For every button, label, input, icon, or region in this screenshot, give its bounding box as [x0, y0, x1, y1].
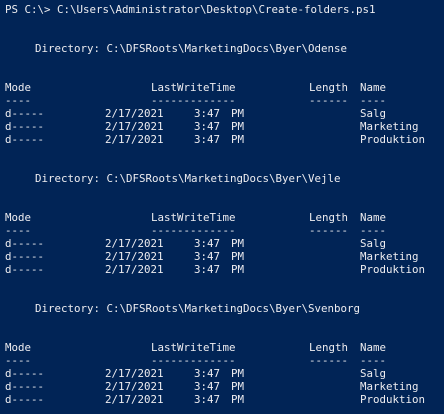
row-ampm: PM	[231, 263, 245, 276]
row-mode: d-----	[5, 107, 45, 120]
row-mode: d-----	[5, 250, 45, 263]
row-mode: d-----	[5, 263, 45, 276]
row-time: 3:47	[194, 263, 221, 276]
row-name: Salg	[360, 367, 387, 380]
row-ampm: PM	[231, 120, 245, 133]
row-mode: d-----	[5, 393, 45, 406]
row-mode: d-----	[5, 380, 45, 393]
header-separator-last-write-time: -------------	[151, 354, 236, 367]
row-name: Produktion	[360, 133, 426, 146]
row-mode: d-----	[5, 367, 45, 380]
row-time: 3:47	[194, 380, 221, 393]
row-name: Produktion	[360, 263, 426, 276]
directory-label: Directory: C:\DFSRoots\MarketingDocs\Bye…	[35, 42, 348, 55]
column-header-last-write-time: LastWriteTime	[151, 211, 236, 224]
row-mode: d-----	[5, 133, 45, 146]
directory-label: Directory: C:\DFSRoots\MarketingDocs\Bye…	[35, 172, 341, 185]
header-separator-mode: ----	[5, 354, 32, 367]
row-name: Marketing	[360, 120, 419, 133]
row-date: 2/17/2021	[105, 107, 164, 120]
column-header-mode: Mode	[5, 341, 32, 354]
row-ampm: PM	[231, 380, 245, 393]
row-time: 3:47	[194, 237, 221, 250]
row-date: 2/17/2021	[105, 120, 164, 133]
column-header-length: Length	[309, 211, 349, 224]
header-separator-length: ------	[309, 224, 349, 237]
command-prompt-line: PS C:\> C:\Users\Administrator\Desktop\C…	[5, 3, 376, 16]
row-mode: d-----	[5, 120, 45, 133]
row-date: 2/17/2021	[105, 263, 164, 276]
row-date: 2/17/2021	[105, 380, 164, 393]
header-separator-name: ----	[360, 94, 387, 107]
row-ampm: PM	[231, 237, 245, 250]
column-header-mode: Mode	[5, 211, 32, 224]
row-date: 2/17/2021	[105, 250, 164, 263]
column-header-last-write-time: LastWriteTime	[151, 341, 236, 354]
column-header-mode: Mode	[5, 81, 32, 94]
header-separator-last-write-time: -------------	[151, 224, 236, 237]
row-time: 3:47	[194, 367, 221, 380]
row-time: 3:47	[194, 250, 221, 263]
header-separator-last-write-time: -------------	[151, 94, 236, 107]
directory-label: Directory: C:\DFSRoots\MarketingDocs\Bye…	[35, 302, 361, 315]
row-date: 2/17/2021	[105, 237, 164, 250]
row-mode: d-----	[5, 237, 45, 250]
column-header-name: Name	[360, 211, 387, 224]
row-date: 2/17/2021	[105, 133, 164, 146]
column-header-length: Length	[309, 341, 349, 354]
header-separator-length: ------	[309, 354, 349, 367]
row-time: 3:47	[194, 107, 221, 120]
powershell-console[interactable]: PS C:\> C:\Users\Administrator\Desktop\C…	[0, 0, 444, 414]
row-name: Produktion	[360, 393, 426, 406]
row-ampm: PM	[231, 393, 245, 406]
row-date: 2/17/2021	[105, 393, 164, 406]
header-separator-name: ----	[360, 224, 387, 237]
row-time: 3:47	[194, 120, 221, 133]
row-ampm: PM	[231, 133, 245, 146]
row-ampm: PM	[231, 250, 245, 263]
column-header-name: Name	[360, 341, 387, 354]
row-name: Salg	[360, 237, 387, 250]
column-header-last-write-time: LastWriteTime	[151, 81, 236, 94]
header-separator-length: ------	[309, 94, 349, 107]
column-header-name: Name	[360, 81, 387, 94]
row-date: 2/17/2021	[105, 367, 164, 380]
row-name: Marketing	[360, 380, 419, 393]
row-time: 3:47	[194, 393, 221, 406]
header-separator-mode: ----	[5, 94, 32, 107]
header-separator-name: ----	[360, 354, 387, 367]
column-header-length: Length	[309, 81, 349, 94]
row-time: 3:47	[194, 133, 221, 146]
row-name: Marketing	[360, 250, 419, 263]
header-separator-mode: ----	[5, 224, 32, 237]
row-name: Salg	[360, 107, 387, 120]
row-ampm: PM	[231, 107, 245, 120]
row-ampm: PM	[231, 367, 245, 380]
